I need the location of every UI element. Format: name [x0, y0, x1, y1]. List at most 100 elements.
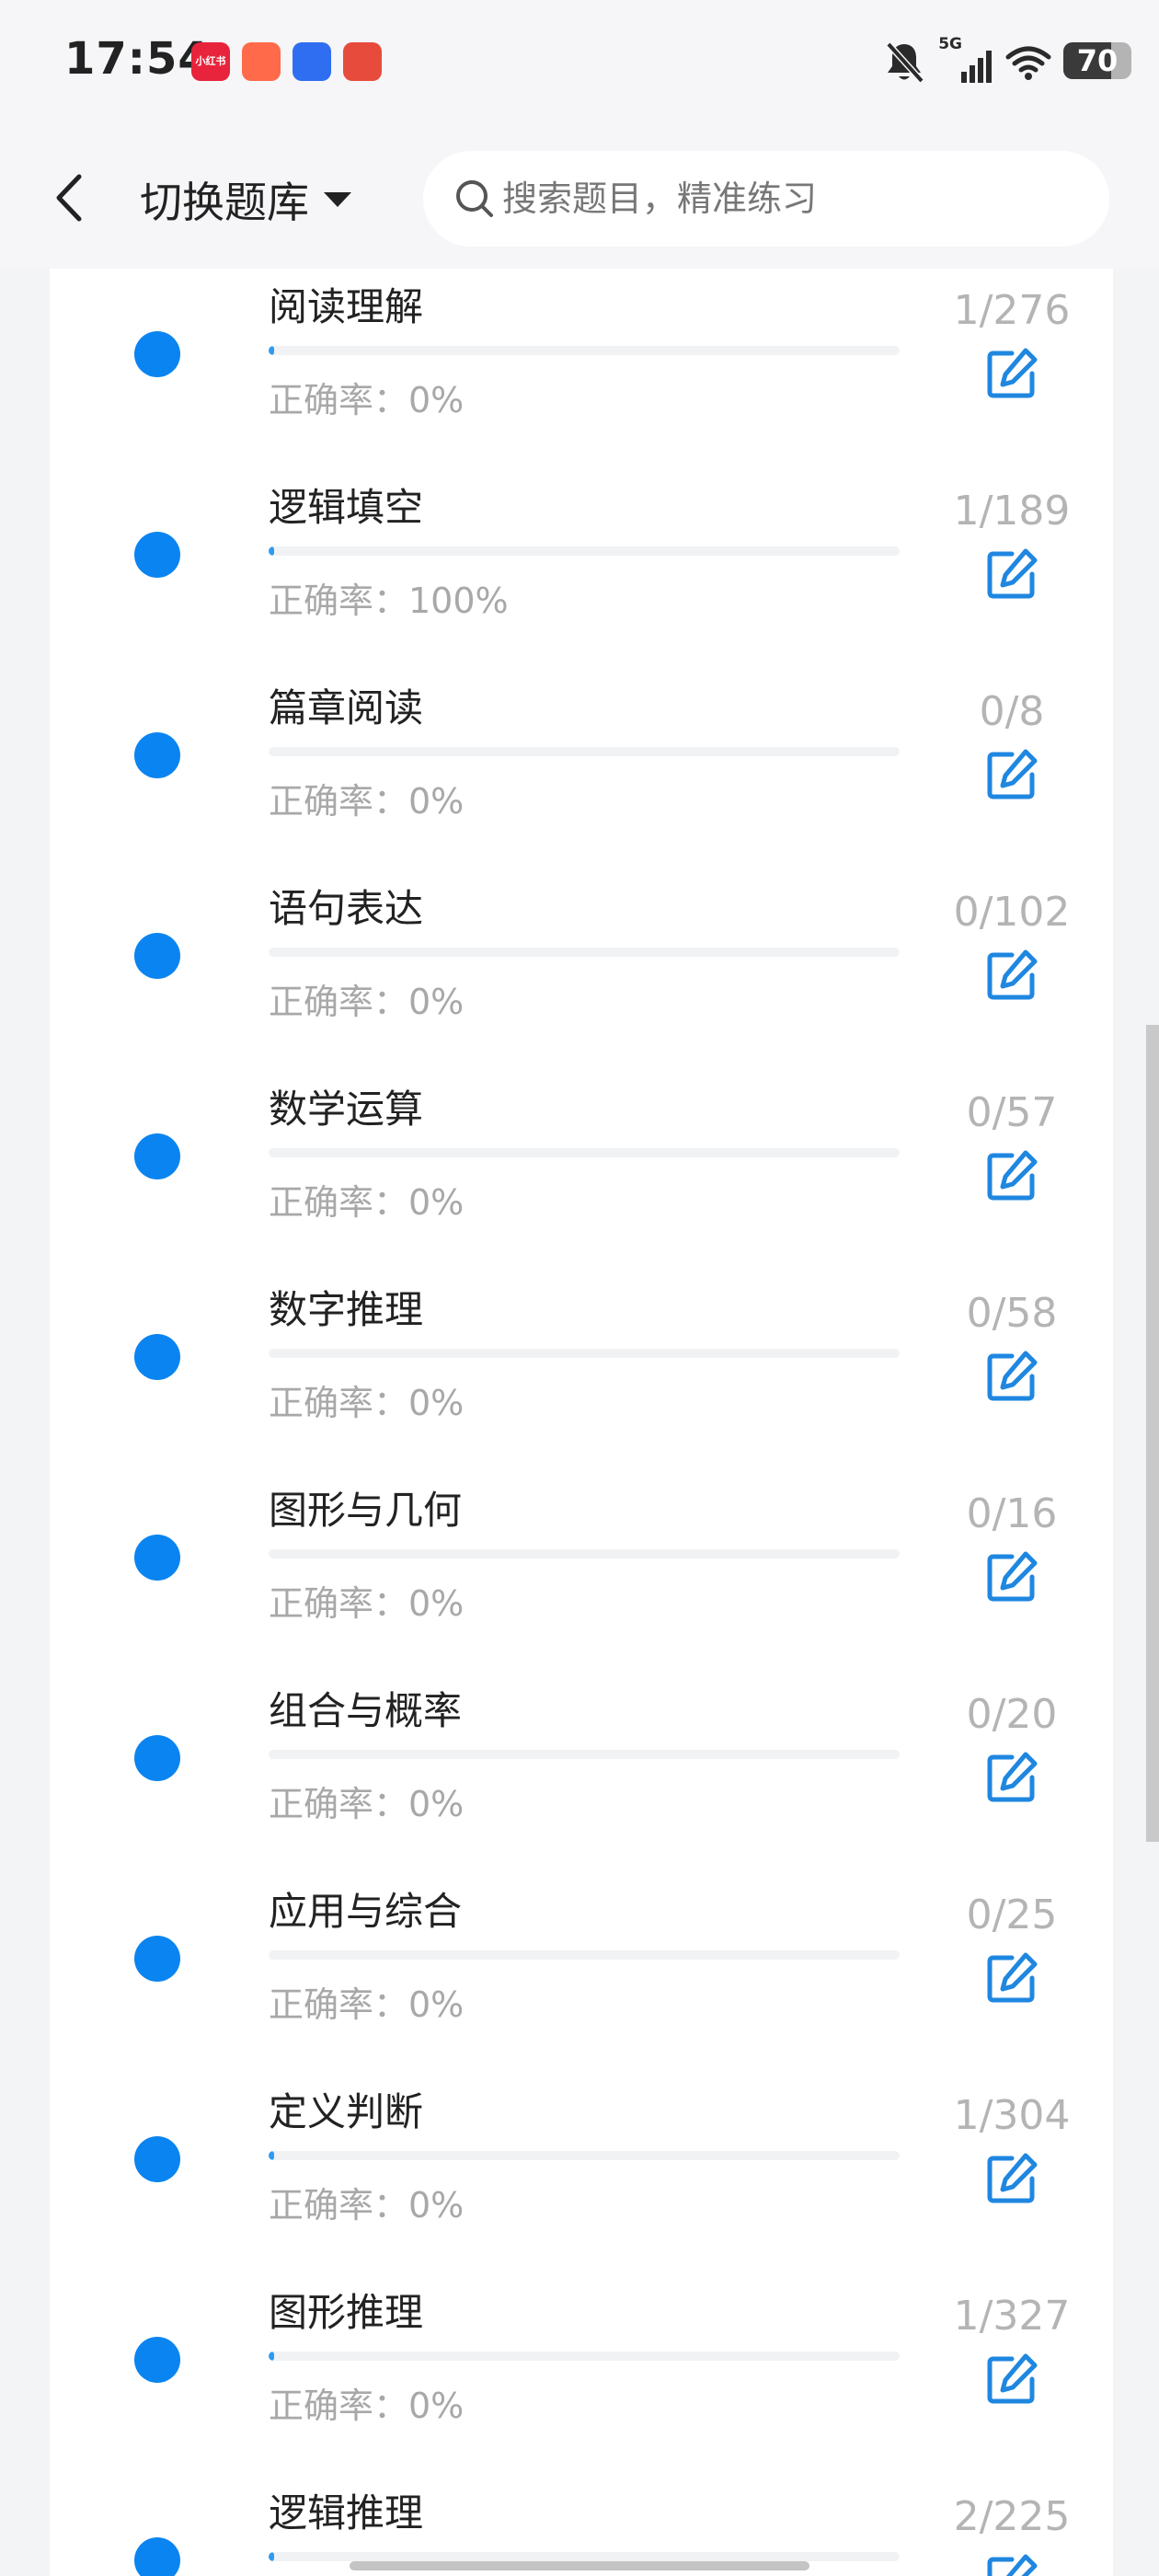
camping-app-icon [242, 42, 281, 81]
category-title: 逻辑填空 [269, 485, 424, 530]
list-item[interactable]: 定义判断 正确率：0% 1/304 [50, 2070, 1113, 2271]
xiaohongshu-app-icon: 小红书 [191, 42, 230, 81]
accuracy-text: 正确率：0% [269, 2185, 465, 2225]
progress-bar [269, 1549, 900, 1558]
question-count: 2/225 [953, 2493, 1071, 2540]
status-dot [134, 1334, 180, 1380]
accuracy-text: 正确率：0% [269, 1583, 465, 1624]
accuracy-text: 正确率：0% [269, 380, 465, 420]
status-time: 17:54 [64, 33, 210, 85]
shield-app-icon [293, 42, 331, 81]
list-item[interactable]: 图形推理正确率：0% 1/327 [50, 2271, 1113, 2471]
status-dot [134, 2136, 180, 2182]
progress-bar [269, 948, 900, 957]
status-dot [134, 1735, 180, 1781]
question-count: 0/20 [966, 1691, 1058, 1738]
list-item[interactable]: 篇章阅读正确率：0% 0/8 [50, 666, 1113, 867]
list-item[interactable]: 阅读理解正确率：0% 1/276 [50, 269, 1113, 466]
caret-down-icon [324, 192, 351, 207]
progress-bar [269, 2151, 900, 2160]
question-count: 0/8 [979, 688, 1045, 735]
accuracy-text: 正确率：0% [269, 2386, 465, 2426]
edit-practice-icon[interactable] [982, 1949, 1041, 2007]
category-title: 篇章阅读 [269, 685, 424, 730]
category-title: 阅读理解 [269, 284, 424, 329]
status-dot [134, 732, 180, 778]
bell-off-icon [886, 41, 924, 84]
list-item[interactable]: 逻辑推理 2/225 [50, 2471, 1113, 2576]
progress-bar [269, 747, 900, 756]
switch-question-bank-label: 切换题库 [140, 178, 309, 227]
vertical-scrollbar[interactable] [1146, 1025, 1159, 1842]
progress-bar-fill [269, 546, 274, 556]
category-title: 图形与几何 [269, 1488, 463, 1533]
battery-indicator: 70 [1063, 42, 1131, 79]
question-count: 1/189 [953, 488, 1071, 535]
network-type-label: 5G [938, 35, 962, 53]
signal-strength-icon [961, 51, 992, 83]
progress-bar [269, 2552, 900, 2561]
category-title: 图形推理 [269, 2290, 424, 2335]
edit-practice-icon[interactable] [982, 1547, 1041, 1606]
list-item[interactable]: 数学运算正确率：0% 0/57 [50, 1067, 1113, 1268]
progress-bar-fill [269, 2151, 274, 2160]
question-count: 0/25 [966, 1892, 1058, 1938]
status-dot [134, 1535, 180, 1581]
category-title: 逻辑推理 [269, 2490, 424, 2536]
status-dot [134, 331, 180, 377]
category-title: 组合与概率 [269, 1688, 463, 1733]
question-count: 0/58 [966, 1290, 1058, 1337]
list-item[interactable]: 图形与几何正确率：0% 0/16 [50, 1468, 1113, 1669]
list-item[interactable]: 语句表达 正确率：0% 0/102 [50, 867, 1113, 1067]
progress-bar-fill [269, 2352, 274, 2361]
progress-bar [269, 346, 900, 355]
question-category-list: 阅读理解 正确率：0% 1/276 逻辑填空 正确率：100% 1/189 篇章阅读 正确率：… [50, 269, 1113, 2576]
accuracy-text: 正确率：0% [269, 1984, 465, 2025]
status-dot [134, 2537, 180, 2576]
edit-practice-icon[interactable] [982, 1748, 1041, 1807]
switch-question-bank-dropdown[interactable]: 切换题库 [140, 167, 353, 232]
status-dot [134, 532, 180, 578]
progress-bar-fill [269, 2552, 275, 2561]
list-item[interactable]: 应用与综合正确率：0% 0/25 [50, 1869, 1113, 2070]
edit-practice-icon[interactable] [982, 1146, 1041, 1205]
edit-practice-icon[interactable] [982, 545, 1041, 604]
question-count: 0/102 [953, 889, 1071, 936]
question-count: 1/304 [953, 2092, 1071, 2139]
list-item[interactable]: 逻辑填空 正确率：100% 1/189 [50, 466, 1113, 666]
question-count: 0/57 [966, 1089, 1058, 1136]
question-count: 1/327 [953, 2293, 1071, 2340]
accuracy-text: 正确率：0% [269, 1383, 465, 1423]
edit-practice-icon[interactable] [982, 946, 1041, 1005]
progress-bar [269, 1148, 900, 1157]
status-dot [134, 1133, 180, 1179]
status-dot [134, 2337, 180, 2383]
search-input[interactable] [502, 151, 1073, 247]
progress-bar [269, 546, 900, 556]
edit-practice-icon[interactable] [982, 2149, 1041, 2208]
accuracy-text: 正确率：0% [269, 1784, 465, 1824]
chevron-left-icon [56, 174, 82, 222]
back-button[interactable] [40, 166, 105, 230]
edit-practice-icon[interactable] [982, 344, 1041, 403]
edit-practice-icon[interactable] [982, 1347, 1041, 1406]
accuracy-text: 正确率：0% [269, 1182, 465, 1223]
search-bar[interactable] [423, 151, 1109, 247]
category-title: 数学运算 [269, 1087, 424, 1132]
accuracy-text: 正确率：0% [269, 781, 465, 822]
battery-level-text: 70 [1076, 43, 1119, 78]
status-dot [134, 933, 180, 979]
category-title: 语句表达 [269, 886, 424, 931]
progress-bar [269, 1950, 900, 1960]
wifi-icon [1005, 46, 1051, 80]
status-bar: 17:54 小红书 5G 70 [0, 0, 1159, 129]
question-count: 0/16 [966, 1490, 1058, 1537]
list-item[interactable]: 数字推理 正确率：0% 0/58 [50, 1268, 1113, 1468]
category-title: 应用与综合 [269, 1889, 463, 1934]
edit-practice-icon[interactable] [982, 745, 1041, 804]
edit-practice-icon[interactable] [982, 2550, 1041, 2576]
edit-practice-icon[interactable] [982, 2350, 1041, 2409]
question-count: 1/276 [953, 287, 1071, 334]
home-indicator[interactable] [350, 2561, 809, 2570]
list-item[interactable]: 组合与概率正确率：0% 0/20 [50, 1669, 1113, 1869]
